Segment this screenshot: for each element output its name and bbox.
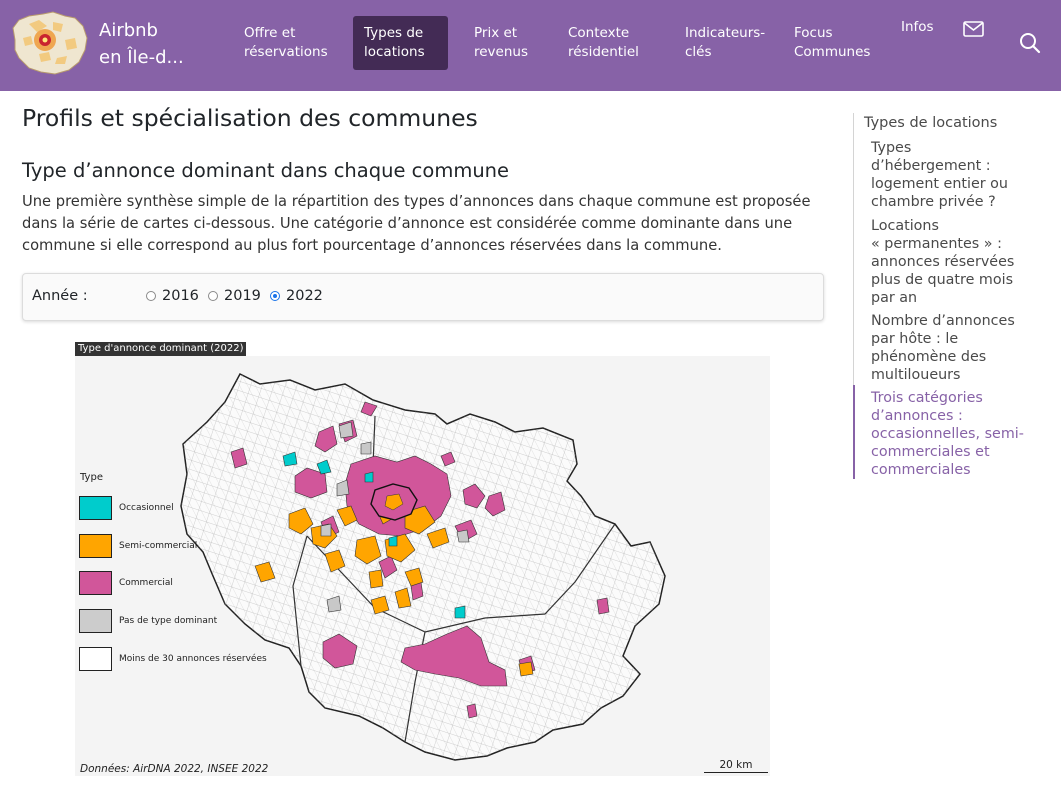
nav-contexte-residentiel[interactable]: Contexte résidentiel xyxy=(568,24,639,62)
paris-core xyxy=(370,483,418,521)
section-subtitle: Type d’annonce dominant dans chaque comm… xyxy=(22,159,510,182)
map-title: Type d'annonce dominant (2022) xyxy=(75,342,247,356)
legend-title: Type xyxy=(80,472,103,483)
page-title: Profils et spécialisation des communes xyxy=(22,104,478,132)
year-radio-2016[interactable]: 2016 xyxy=(146,288,199,304)
top-navbar: Airbnb en Île-d... Offre et réservations … xyxy=(0,0,1061,91)
legend-semi-commercial: Semi-commercial xyxy=(79,534,197,558)
radio-selected-icon[interactable] xyxy=(270,291,280,301)
legend-occasionnel: Occasionnel xyxy=(79,496,174,520)
legend-commercial: Commercial xyxy=(79,571,173,595)
toc-item-locations-permanentes[interactable]: Locations « permanentes » : annonces rés… xyxy=(871,217,1036,307)
toc-item-types-hebergement[interactable]: Types d’hébergement : logement entier ou… xyxy=(871,139,1036,211)
nav-infos[interactable]: Infos xyxy=(901,18,934,37)
toc-item-multiloueurs[interactable]: Nombre d’annonces par hôte : le phénomèn… xyxy=(871,312,1036,384)
nav-indicateurs-cles[interactable]: Indicateurs-clés xyxy=(685,24,765,62)
nav-types-de-locations[interactable]: Types de locations xyxy=(353,16,448,70)
legend-swatch xyxy=(79,534,112,558)
year-radio-2022[interactable]: 2022 xyxy=(270,288,323,304)
year-radio-2019[interactable]: 2019 xyxy=(208,288,261,304)
nav-focus-communes[interactable]: Focus Communes xyxy=(794,24,870,62)
legend-swatch xyxy=(79,609,112,633)
brand-title[interactable]: Airbnb en Île-d... xyxy=(99,17,184,71)
radio-circle-icon[interactable] xyxy=(146,291,156,301)
toc-active-marker xyxy=(853,385,855,479)
toc-heading[interactable]: Types de locations xyxy=(864,115,997,131)
search-icon[interactable] xyxy=(1019,32,1041,54)
map-source: Données: AirDNA 2022, INSEE 2022 xyxy=(80,763,269,775)
idf-choropleth-map xyxy=(180,373,666,761)
legend-swatch xyxy=(79,496,112,520)
year-filter-label: Année : xyxy=(32,288,88,304)
radio-circle-icon[interactable] xyxy=(208,291,218,301)
year-filter-card: Année : 2016 2019 2022 xyxy=(22,273,824,321)
legend-no-dominant: Pas de type dominant xyxy=(79,609,217,633)
idf-logo-map-icon[interactable] xyxy=(9,10,91,76)
legend-swatch xyxy=(79,571,112,595)
legend-swatch xyxy=(79,647,112,671)
legend-under-30: Moins de 30 annonces réservées xyxy=(79,647,267,671)
mail-icon[interactable] xyxy=(963,21,984,37)
intro-paragraph: Une première synthèse simple de la répar… xyxy=(22,193,811,254)
nav-prix-revenus[interactable]: Prix et revenus xyxy=(474,24,528,62)
nav-offre-reservations[interactable]: Offre et réservations xyxy=(244,24,328,62)
scale-bar: 20 km xyxy=(704,759,768,773)
toc-item-trois-categories[interactable]: Trois catégories d’annonces : occasionne… xyxy=(871,389,1036,479)
